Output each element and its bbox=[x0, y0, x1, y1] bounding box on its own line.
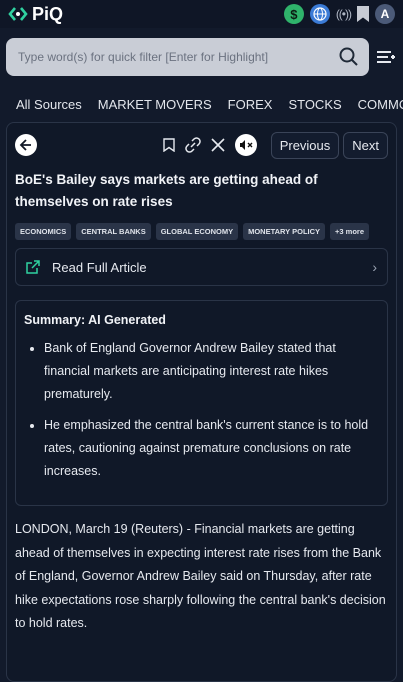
tab-commodities[interactable]: COMMO bbox=[358, 97, 403, 112]
search-icon[interactable] bbox=[339, 47, 359, 67]
globe-icon[interactable] bbox=[309, 4, 330, 24]
tag-monetary-policy[interactable]: MONETARY POLICY bbox=[243, 223, 326, 240]
menu-button[interactable] bbox=[375, 49, 397, 65]
read-full-article-label: Read Full Article bbox=[52, 259, 147, 275]
tab-stocks[interactable]: STOCKS bbox=[288, 97, 341, 112]
tag-central-banks[interactable]: CENTRAL BANKS bbox=[76, 223, 151, 240]
mute-icon[interactable] bbox=[234, 134, 257, 156]
source-tabs: All Sources MARKET MOVERS FOREX STOCKS C… bbox=[0, 88, 403, 120]
read-full-article-button[interactable]: Read Full Article › bbox=[15, 248, 388, 286]
dollar-icon[interactable]: $ bbox=[283, 4, 304, 24]
logo-text: PiQ bbox=[32, 3, 64, 24]
avatar[interactable]: A bbox=[375, 4, 395, 24]
tab-all-sources[interactable]: All Sources bbox=[16, 97, 82, 112]
previous-button[interactable]: Previous bbox=[270, 131, 340, 159]
summary-point: Bank of England Governor Andrew Bailey s… bbox=[44, 337, 377, 406]
chevron-right-icon: › bbox=[372, 259, 377, 275]
tab-forex[interactable]: FOREX bbox=[228, 97, 273, 112]
bookmark-icon[interactable] bbox=[162, 138, 175, 152]
broadcast-icon[interactable]: ((•)) bbox=[336, 7, 352, 21]
tag-economics[interactable]: ECONOMICS bbox=[15, 223, 72, 240]
next-button[interactable]: Next bbox=[343, 131, 388, 159]
article-card: Previous Next BoE's Bailey says markets … bbox=[6, 122, 397, 682]
article-body: LONDON, March 19 (Reuters) - Financial m… bbox=[15, 522, 386, 630]
x-share-icon[interactable] bbox=[211, 138, 225, 152]
link-icon[interactable] bbox=[184, 137, 201, 153]
summary-title: Summary: AI Generated bbox=[24, 313, 166, 327]
piq-logo-icon bbox=[8, 7, 28, 21]
tag-global-economy[interactable]: GLOBAL ECONOMY bbox=[155, 223, 239, 240]
search-bar[interactable] bbox=[6, 38, 369, 76]
external-link-icon bbox=[26, 260, 40, 274]
summary-point: He emphasized the central bank's current… bbox=[44, 414, 377, 483]
article-title: BoE's Bailey says markets are getting ah… bbox=[15, 172, 318, 209]
tag-list: ECONOMICS CENTRAL BANKS GLOBAL ECONOMY M… bbox=[15, 223, 388, 240]
filter-menu-icon bbox=[377, 51, 395, 63]
bookmark-icon[interactable] bbox=[357, 6, 369, 22]
tag-more[interactable]: +3 more bbox=[330, 223, 370, 240]
tab-market-movers[interactable]: MARKET MOVERS bbox=[98, 97, 212, 112]
back-button[interactable] bbox=[15, 134, 37, 156]
top-bar: PiQ $ ((•)) A bbox=[0, 0, 403, 28]
search-input[interactable] bbox=[16, 49, 339, 65]
app-logo[interactable]: PiQ bbox=[8, 4, 63, 25]
arrow-left-icon bbox=[19, 139, 31, 151]
ai-summary: Summary: AI Generated Bank of England Go… bbox=[15, 300, 388, 506]
